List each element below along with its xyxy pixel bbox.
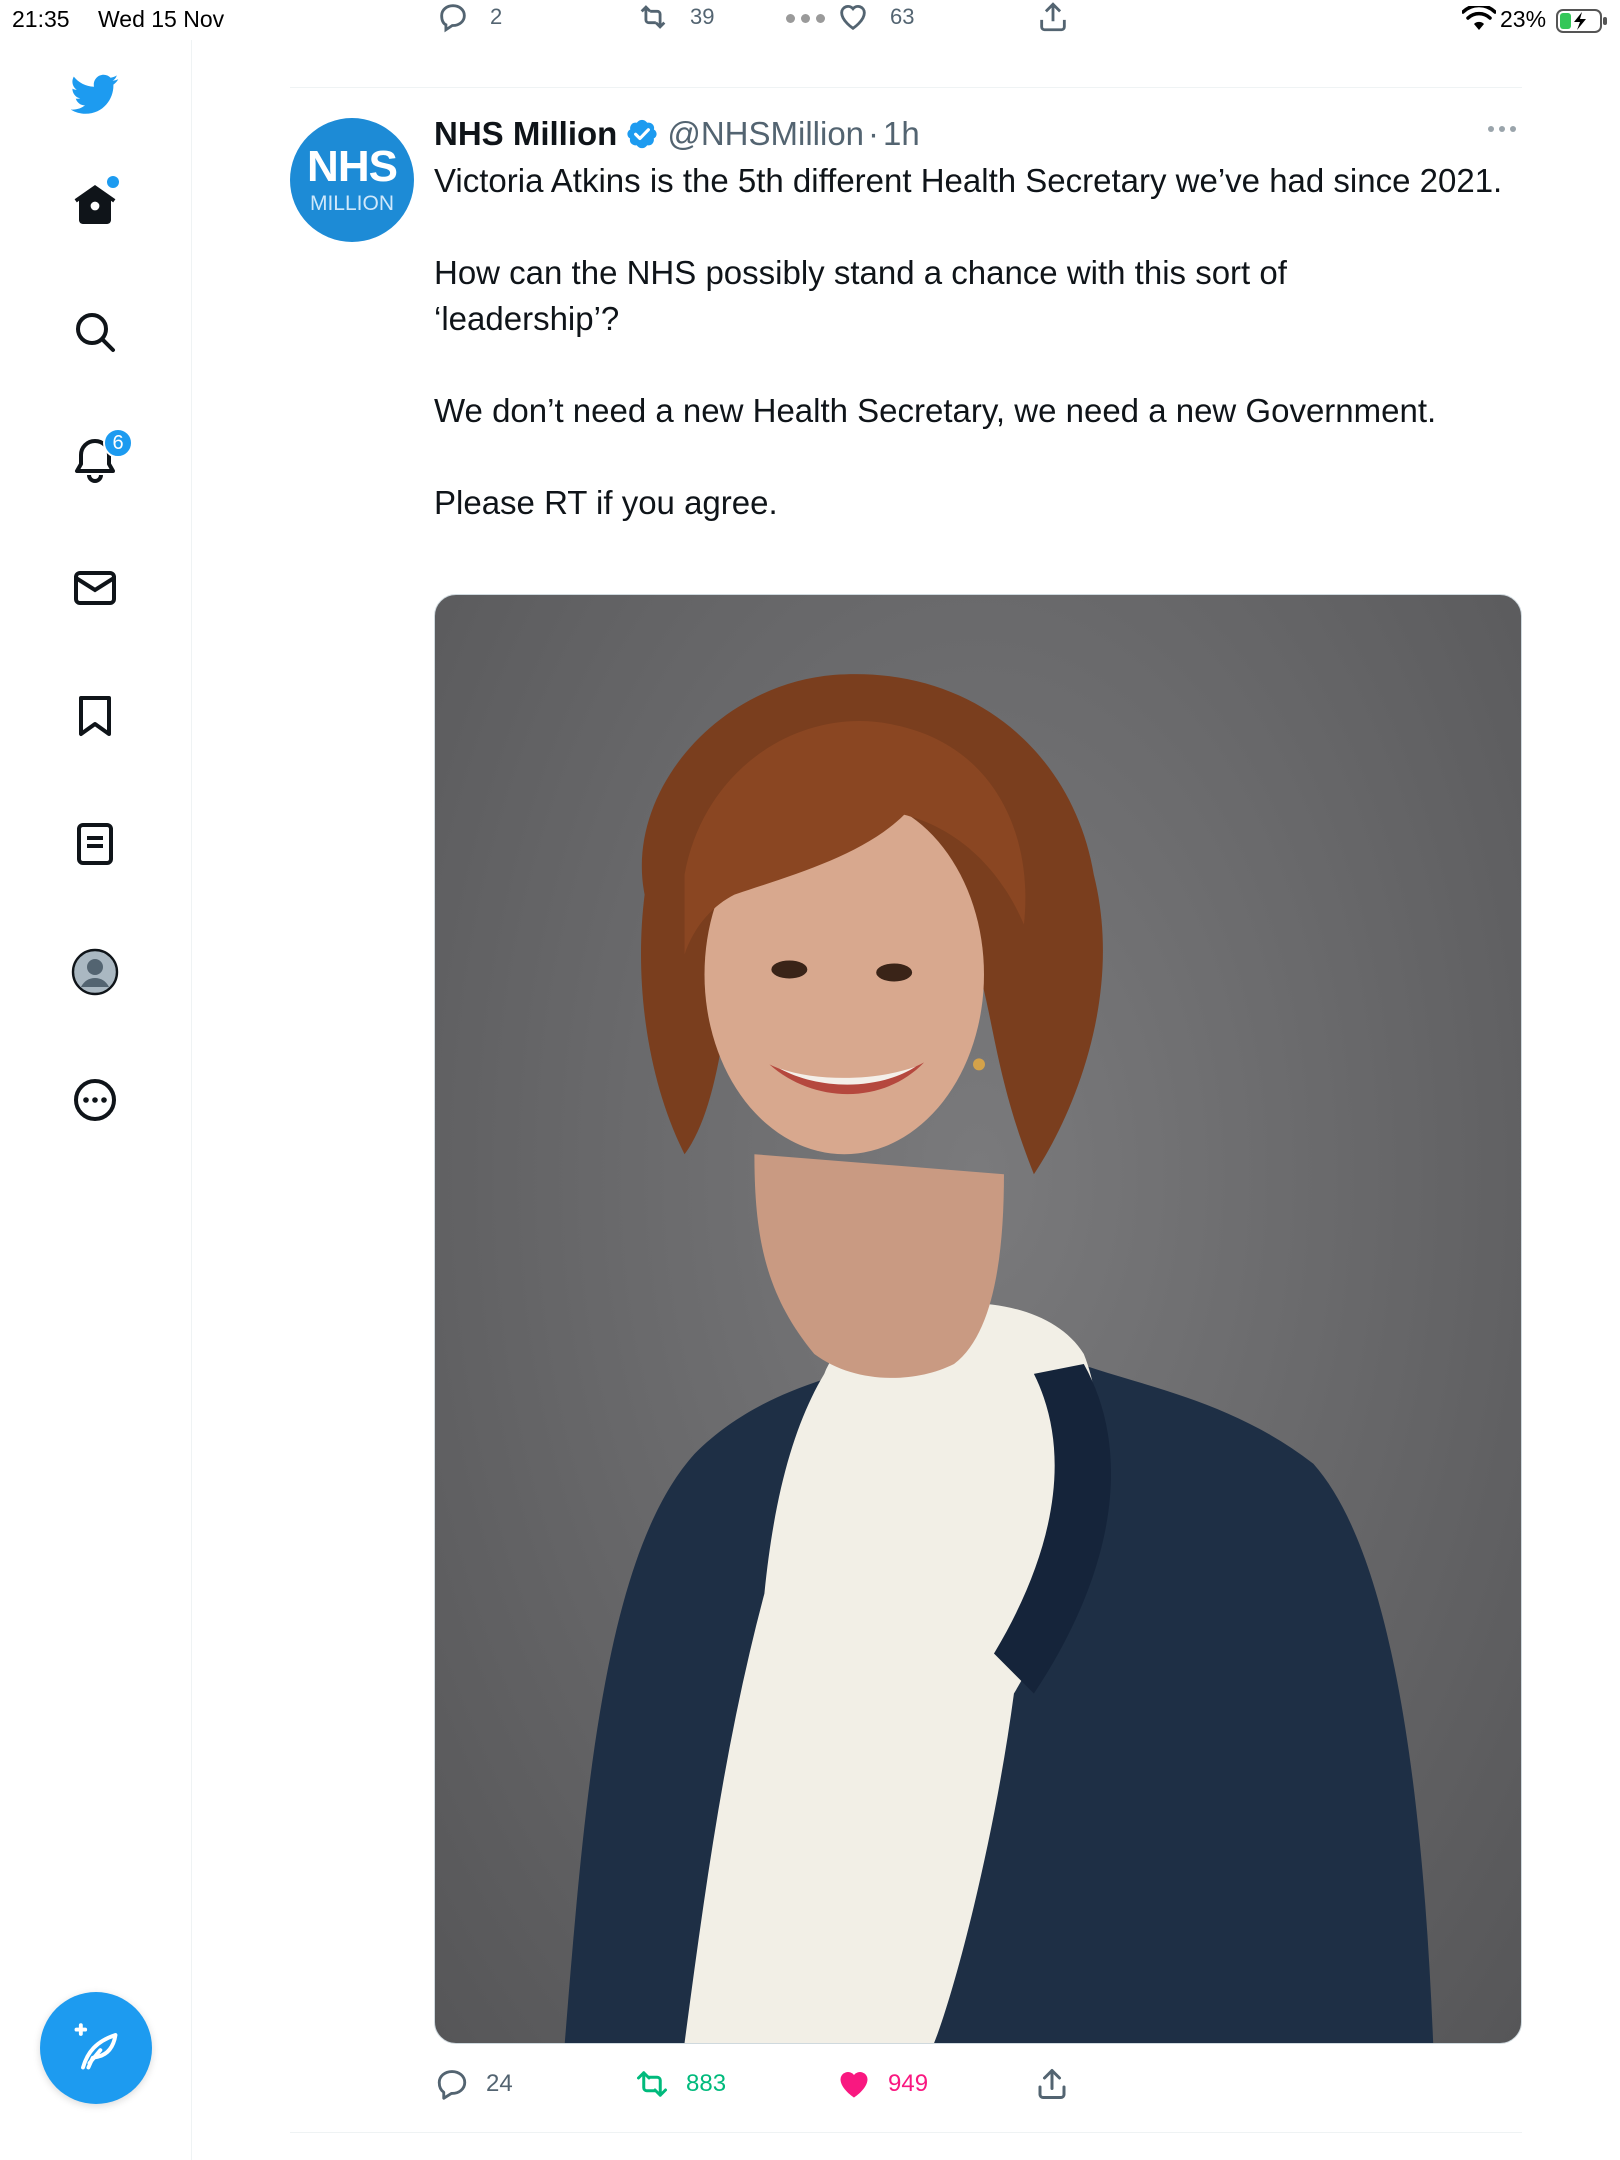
avatar-icon bbox=[71, 948, 119, 996]
previous-like[interactable]: 63 bbox=[836, 4, 914, 34]
previous-share[interactable] bbox=[1036, 2, 1070, 34]
retweet-icon bbox=[637, 2071, 667, 2097]
envelope-icon bbox=[74, 571, 116, 605]
tweet-actions: 24 883 949 bbox=[434, 2066, 1522, 2110]
compose-feather-icon bbox=[74, 2023, 118, 2070]
retweet-count: 883 bbox=[686, 2070, 727, 2097]
sidebar-item-home[interactable] bbox=[63, 172, 127, 236]
tweet-text: Victoria Atkins is the 5th different Hea… bbox=[434, 158, 1524, 526]
author-handle[interactable]: @NHSMillion bbox=[667, 115, 864, 153]
more-circle-icon bbox=[74, 1079, 116, 1121]
tweet-paragraph: How can the NHS possibly stand a chance … bbox=[434, 254, 1287, 337]
bookmark-icon bbox=[79, 696, 111, 736]
battery-percent: 23% bbox=[1500, 6, 1547, 32]
reply-count: 24 bbox=[486, 2070, 513, 2097]
retweet-button[interactable]: 883 bbox=[634, 2066, 726, 2102]
tweet-time[interactable]: 1h bbox=[883, 115, 920, 153]
avatar-text-nhs: NHS bbox=[307, 142, 398, 191]
sidebar-item-explore[interactable] bbox=[63, 300, 127, 364]
header-separator: · bbox=[868, 115, 880, 152]
status-time: 21:35 bbox=[12, 6, 70, 32]
previous-retweet[interactable]: 39 bbox=[636, 4, 714, 34]
heart-filled-icon bbox=[840, 2071, 868, 2098]
heart-icon bbox=[840, 5, 866, 31]
tweet-paragraph: Victoria Atkins is the 5th different Hea… bbox=[434, 162, 1503, 199]
bird-icon bbox=[71, 74, 119, 114]
reply-icon bbox=[437, 2070, 467, 2100]
sidebar-item-more[interactable] bbox=[63, 1068, 127, 1132]
avatar-text-million: MILLION bbox=[309, 192, 395, 215]
wifi-icon bbox=[1462, 6, 1496, 30]
tweet-header: NHS Million @NHSMillion · 1h bbox=[434, 114, 920, 154]
portrait-image bbox=[564, 674, 1434, 2043]
status-date: Wed 15 Nov bbox=[98, 6, 225, 32]
search-icon bbox=[76, 313, 115, 352]
tweet-more-icon[interactable] bbox=[1488, 126, 1516, 132]
sidebar: 6 bbox=[0, 40, 192, 2160]
tweet-paragraph: We don’t need a new Health Secretary, we… bbox=[434, 392, 1437, 429]
notification-badge: 6 bbox=[103, 428, 133, 458]
share-icon bbox=[1040, 2, 1066, 32]
reply-icon bbox=[440, 4, 466, 33]
sidebar-item-lists[interactable] bbox=[63, 812, 127, 876]
battery-charging-icon bbox=[1556, 9, 1607, 33]
author-avatar[interactable]: NHS MILLION bbox=[290, 118, 414, 242]
previous-reply[interactable]: 2 bbox=[436, 4, 502, 34]
list-icon bbox=[77, 823, 113, 865]
sidebar-item-messages[interactable] bbox=[63, 556, 127, 620]
sidebar-item-profile[interactable] bbox=[63, 940, 127, 1004]
twitter-logo[interactable] bbox=[63, 62, 127, 126]
verified-badge-icon bbox=[627, 119, 657, 149]
sidebar-item-bookmarks[interactable] bbox=[63, 684, 127, 748]
like-count: 949 bbox=[888, 2070, 929, 2097]
home-unread-dot bbox=[107, 176, 119, 188]
reply-button[interactable]: 24 bbox=[434, 2066, 513, 2102]
like-button[interactable]: 949 bbox=[836, 2066, 928, 2102]
compose-tweet-button[interactable] bbox=[40, 1992, 152, 2104]
author-name[interactable]: NHS Million bbox=[434, 115, 617, 153]
share-button[interactable] bbox=[1034, 2066, 1070, 2102]
previous-tweet-actions: 2 39 63 bbox=[436, 0, 1116, 56]
retweet-icon bbox=[640, 5, 666, 29]
tweet-divider bbox=[290, 87, 1522, 88]
share-icon bbox=[1038, 2069, 1066, 2099]
tweet-photo[interactable] bbox=[434, 594, 1522, 2044]
tweet-divider bbox=[290, 2132, 1522, 2133]
sidebar-item-notifications[interactable]: 6 bbox=[63, 428, 133, 492]
tweet-paragraph: Please RT if you agree. bbox=[434, 484, 778, 521]
